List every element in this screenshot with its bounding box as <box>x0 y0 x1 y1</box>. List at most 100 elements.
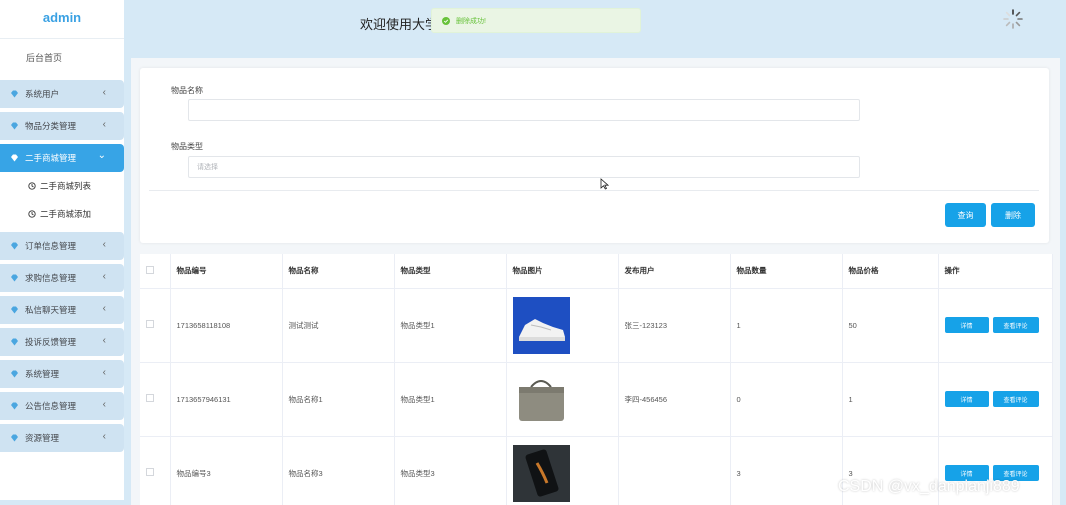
chevron-left-icon: ‹ <box>102 119 106 130</box>
column-header: 物品类型 <box>394 254 507 289</box>
logo: admin <box>42 9 82 25</box>
detail-button[interactable]: 详情 <box>944 391 989 407</box>
item-name: 测试测试 <box>282 288 395 363</box>
checkbox-cell <box>140 436 171 505</box>
column-header: 操作 <box>938 254 1053 289</box>
clock-icon <box>28 182 36 190</box>
sidebar-subitem-mall-list[interactable]: 二手商城列表 <box>0 172 124 200</box>
sidebar-item-label: 订单信息管理 <box>25 241 77 251</box>
chevron-left-icon: ‹ <box>102 431 106 442</box>
sneaker-image <box>512 296 570 354</box>
sidebar-item-label: 资源管理 <box>25 433 60 443</box>
item-type-select[interactable]: 请选择 <box>188 156 860 178</box>
publisher: 李四-456456 <box>618 362 731 437</box>
diamond-icon <box>10 370 19 379</box>
chevron-left-icon: ‹ <box>102 271 106 282</box>
diamond-icon <box>10 122 19 131</box>
loading-spinner-icon <box>1002 8 1024 30</box>
table-row: 1713657946131 物品名称1 物品类型1 李四-456456 0 1 <box>140 362 1053 437</box>
diamond-icon <box>10 90 19 99</box>
diamond-icon <box>10 154 19 163</box>
item-quantity: 0 <box>730 362 843 437</box>
chevron-left-icon: ‹ <box>102 335 106 346</box>
select-all-cell <box>140 254 171 289</box>
sidebar-item-category[interactable]: 物品分类管理 ‹ <box>0 112 124 140</box>
table-row: 1713658118108 测试测试 物品类型1 张三-123123 1 50 <box>140 288 1053 363</box>
sidebar-item-secondhand-mall[interactable]: 二手商城管理 ⌄ <box>0 144 124 172</box>
sidebar-menu: 系统用户 ‹ 物品分类管理 ‹ 二手商城管理 ⌄ 二手商城列表 二手商城添加 订… <box>0 80 124 456</box>
clock-icon <box>28 210 36 218</box>
row-checkbox[interactable] <box>146 394 154 402</box>
actions-cell: 详情 查看评论 <box>938 288 1053 363</box>
sidebar-subitem-mall-add[interactable]: 二手商城添加 <box>0 200 124 228</box>
item-id: 1713658118108 <box>170 288 283 363</box>
column-header: 物品图片 <box>506 254 619 289</box>
main-content: 物品名称 物品类型 请选择 查询 删除 物品编号 物品名称 物品类型 物品图片 … <box>131 58 1060 505</box>
publisher <box>618 436 731 505</box>
checkbox-cell <box>140 362 171 437</box>
watermark: CSDN @vx_danpianji889 <box>838 478 1020 495</box>
chevron-left-icon: ‹ <box>102 399 106 410</box>
sidebar-item-wanted[interactable]: 求购信息管理 ‹ <box>0 264 124 292</box>
sidebar-item-label: 投诉反馈管理 <box>25 337 77 347</box>
item-type: 物品类型1 <box>394 288 507 363</box>
item-image-cell <box>506 436 619 505</box>
item-type: 物品类型1 <box>394 362 507 437</box>
row-checkbox[interactable] <box>146 320 154 328</box>
sidebar-item-complaints[interactable]: 投诉反馈管理 ‹ <box>0 328 124 356</box>
sidebar-item-system-users[interactable]: 系统用户 ‹ <box>0 80 124 108</box>
diamond-icon <box>10 402 19 411</box>
chevron-left-icon: ‹ <box>102 239 106 250</box>
diamond-icon <box>10 306 19 315</box>
sidebar-item-announcements[interactable]: 公告信息管理 ‹ <box>0 392 124 420</box>
item-id: 物品编号3 <box>170 436 283 505</box>
view-reviews-button[interactable]: 查看评论 <box>992 317 1039 333</box>
sidebar-item-label: 私信聊天管理 <box>25 305 77 315</box>
sidebar-item-label: 系统用户 <box>25 89 60 99</box>
sidebar-item-label: 求购信息管理 <box>25 273 77 283</box>
diamond-icon <box>10 434 19 443</box>
detail-button[interactable]: 详情 <box>944 317 989 333</box>
publisher: 张三-123123 <box>618 288 731 363</box>
divider <box>149 190 1039 191</box>
query-button[interactable]: 查询 <box>945 203 986 227</box>
phone-image <box>512 444 570 502</box>
mouse-cursor-icon <box>600 178 609 190</box>
row-checkbox[interactable] <box>146 468 154 476</box>
check-circle-icon <box>442 16 450 25</box>
table-header-row: 物品编号 物品名称 物品类型 物品图片 发布用户 物品数量 物品价格 操作 <box>140 254 1053 289</box>
sidebar-item-label: 物品分类管理 <box>25 121 77 131</box>
page-title: 欢迎使用大学 <box>360 17 439 32</box>
item-type: 物品类型3 <box>394 436 507 505</box>
sidebar: admin 后台首页 系统用户 ‹ 物品分类管理 ‹ 二手商城管理 ⌄ 二手商城… <box>0 0 124 500</box>
view-reviews-button[interactable]: 查看评论 <box>992 391 1039 407</box>
sidebar-subitem-label: 二手商城添加 <box>40 209 92 219</box>
sidebar-item-label: 公告信息管理 <box>25 401 77 411</box>
select-all-checkbox[interactable] <box>146 265 154 274</box>
column-header: 物品价格 <box>842 254 939 289</box>
delete-button[interactable]: 删除 <box>991 203 1035 227</box>
sidebar-item-resources[interactable]: 资源管理 ‹ <box>0 424 124 452</box>
item-name-input[interactable] <box>188 99 860 121</box>
toast-message: 删除成功! <box>456 17 486 25</box>
sidebar-item-orders[interactable]: 订单信息管理 ‹ <box>0 232 124 260</box>
sidebar-item-label: 系统管理 <box>25 369 60 379</box>
column-header: 发布用户 <box>618 254 731 289</box>
item-quantity: 1 <box>730 288 843 363</box>
column-header: 物品数量 <box>730 254 843 289</box>
item-image-cell <box>506 288 619 363</box>
item-type-label: 物品类型 <box>171 142 203 151</box>
laptop-bag-image <box>512 370 570 428</box>
actions-cell: 详情 查看评论 <box>938 362 1053 437</box>
sidebar-item-label: 二手商城管理 <box>25 153 77 163</box>
sidebar-item-home[interactable]: 后台首页 <box>0 38 124 76</box>
sidebar-item-chat[interactable]: 私信聊天管理 ‹ <box>0 296 124 324</box>
item-quantity: 3 <box>730 436 843 505</box>
sidebar-item-system[interactable]: 系统管理 ‹ <box>0 360 124 388</box>
items-table: 物品编号 物品名称 物品类型 物品图片 发布用户 物品数量 物品价格 操作 17… <box>140 254 1053 505</box>
item-id: 1713657946131 <box>170 362 283 437</box>
diamond-icon <box>10 242 19 251</box>
item-price: 1 <box>842 362 939 437</box>
item-name: 物品名称1 <box>282 362 395 437</box>
chevron-left-icon: ‹ <box>102 303 106 314</box>
